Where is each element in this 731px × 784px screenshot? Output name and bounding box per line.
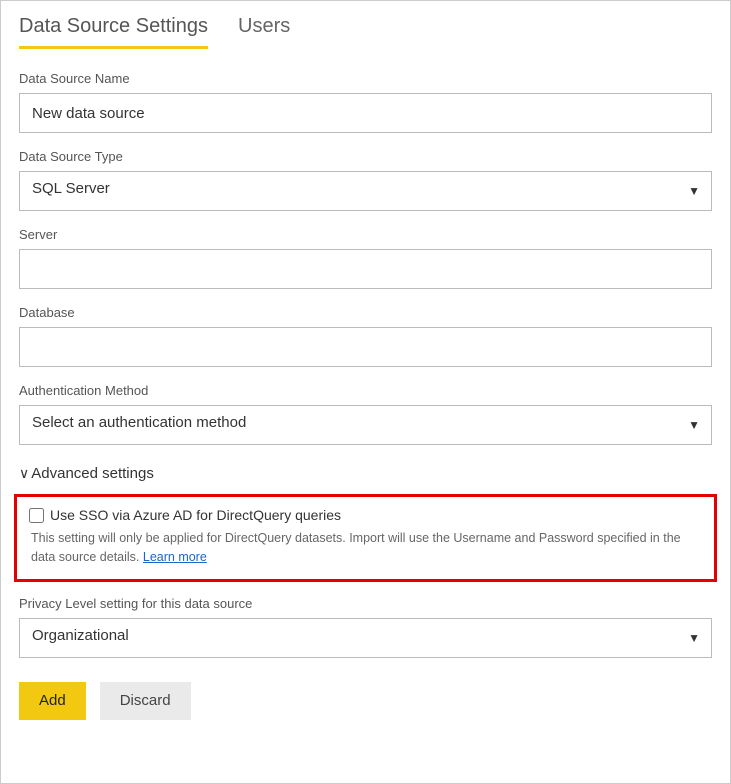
input-database[interactable]	[19, 327, 712, 367]
select-data-source-type[interactable]: SQL Server	[19, 171, 712, 211]
discard-button[interactable]: Discard	[100, 682, 191, 720]
chevron-down-icon: ∨	[19, 465, 29, 482]
button-row: Add Discard	[19, 682, 712, 720]
advanced-settings-expander[interactable]: ∨ Advanced settings	[19, 465, 712, 482]
label-data-source-type: Data Source Type	[19, 149, 712, 164]
link-learn-more[interactable]: Learn more	[143, 550, 207, 564]
field-data-source-name: Data Source Name	[19, 71, 712, 133]
tab-users[interactable]: Users	[238, 9, 290, 49]
sso-highlight-box: Use SSO via Azure AD for DirectQuery que…	[14, 494, 717, 582]
label-database: Database	[19, 305, 712, 320]
select-authentication-method[interactable]: Select an authentication method	[19, 405, 712, 445]
sso-description: This setting will only be applied for Di…	[29, 529, 702, 567]
sso-description-text: This setting will only be applied for Di…	[31, 531, 681, 564]
checkbox-use-sso[interactable]	[29, 508, 44, 523]
field-server: Server	[19, 227, 712, 289]
advanced-settings-label: Advanced settings	[31, 465, 154, 482]
label-privacy-level: Privacy Level setting for this data sour…	[19, 596, 712, 611]
tab-data-source-settings[interactable]: Data Source Settings	[19, 9, 208, 49]
add-button[interactable]: Add	[19, 682, 86, 720]
input-data-source-name[interactable]	[19, 93, 712, 133]
sso-checkbox-row: Use SSO via Azure AD for DirectQuery que…	[29, 507, 702, 523]
field-data-source-type: Data Source Type SQL Server ▼	[19, 149, 712, 211]
field-database: Database	[19, 305, 712, 367]
data-source-settings-panel: Data Source Settings Users Data Source N…	[0, 0, 731, 784]
tab-bar: Data Source Settings Users	[19, 9, 712, 49]
label-server: Server	[19, 227, 712, 242]
field-authentication-method: Authentication Method Select an authenti…	[19, 383, 712, 445]
label-data-source-name: Data Source Name	[19, 71, 712, 86]
label-use-sso: Use SSO via Azure AD for DirectQuery que…	[50, 507, 341, 523]
input-server[interactable]	[19, 249, 712, 289]
select-privacy-level[interactable]: Organizational	[19, 618, 712, 658]
label-authentication-method: Authentication Method	[19, 383, 712, 398]
field-privacy-level: Privacy Level setting for this data sour…	[19, 596, 712, 658]
